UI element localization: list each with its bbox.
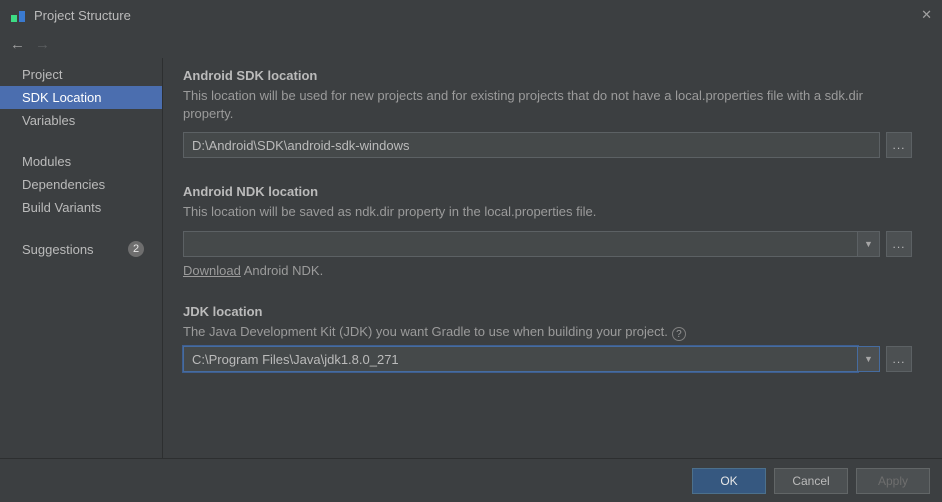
ok-button[interactable]: OK	[692, 468, 766, 494]
window-title: Project Structure	[34, 8, 908, 23]
sidebar-item-sdk-location[interactable]: SDK Location	[0, 86, 162, 109]
sidebar-item-label: SDK Location	[22, 90, 102, 105]
sidebar-item-label: Project	[22, 67, 62, 82]
chevron-down-icon: ▼	[864, 354, 873, 364]
chevron-down-icon: ▼	[864, 239, 873, 249]
apply-button[interactable]: Apply	[856, 468, 930, 494]
nav-history: ← →	[0, 30, 942, 58]
jdk-description: The Java Development Kit (JDK) you want …	[183, 323, 668, 341]
sidebar-item-label: Variables	[22, 113, 75, 128]
back-icon[interactable]: ←	[10, 37, 25, 52]
sidebar-item-dependencies[interactable]: Dependencies	[0, 173, 162, 196]
ndk-dropdown-button[interactable]: ▼	[858, 231, 880, 257]
sidebar-item-build-variants[interactable]: Build Variants	[0, 196, 162, 219]
sdk-browse-button[interactable]: ...	[886, 132, 912, 158]
sidebar-item-variables[interactable]: Variables	[0, 109, 162, 132]
download-ndk-link[interactable]: Download	[183, 263, 241, 278]
ndk-download-line: Download Android NDK.	[183, 263, 912, 278]
content-panel: Android SDK location This location will …	[163, 58, 942, 458]
sidebar-item-label: Dependencies	[22, 177, 105, 192]
jdk-location-input[interactable]	[183, 346, 858, 372]
help-icon[interactable]: ?	[672, 327, 686, 341]
sdk-location-input[interactable]	[183, 132, 880, 158]
ndk-download-rest: Android NDK.	[241, 263, 323, 278]
section-jdk: JDK location The Java Development Kit (J…	[183, 304, 912, 373]
titlebar: Project Structure ✕	[0, 0, 942, 30]
sidebar-item-label: Suggestions	[22, 242, 94, 257]
ndk-heading: Android NDK location	[183, 184, 912, 199]
jdk-browse-button[interactable]: ...	[886, 346, 912, 372]
sidebar-item-label: Modules	[22, 154, 71, 169]
sdk-description: This location will be used for new proje…	[183, 87, 912, 122]
main-area: Project SDK Location Variables Modules D…	[0, 58, 942, 458]
dialog-footer: OK Cancel Apply	[0, 458, 942, 502]
sidebar-item-suggestions[interactable]: Suggestions 2	[0, 237, 162, 261]
jdk-heading: JDK location	[183, 304, 912, 319]
forward-icon: →	[35, 37, 50, 52]
android-studio-icon	[10, 7, 26, 23]
jdk-dropdown-button[interactable]: ▼	[858, 346, 880, 372]
close-icon[interactable]: ✕	[908, 7, 932, 23]
cancel-button[interactable]: Cancel	[774, 468, 848, 494]
ndk-browse-button[interactable]: ...	[886, 231, 912, 257]
sidebar-item-label: Build Variants	[22, 200, 101, 215]
sidebar: Project SDK Location Variables Modules D…	[0, 58, 163, 458]
section-sdk: Android SDK location This location will …	[183, 68, 912, 158]
section-ndk: Android NDK location This location will …	[183, 184, 912, 278]
sidebar-item-modules[interactable]: Modules	[0, 150, 162, 173]
sdk-heading: Android SDK location	[183, 68, 912, 83]
ndk-location-input[interactable]	[183, 231, 858, 257]
suggestions-badge: 2	[128, 241, 144, 257]
ndk-description: This location will be saved as ndk.dir p…	[183, 203, 912, 221]
sidebar-item-project[interactable]: Project	[0, 63, 162, 86]
